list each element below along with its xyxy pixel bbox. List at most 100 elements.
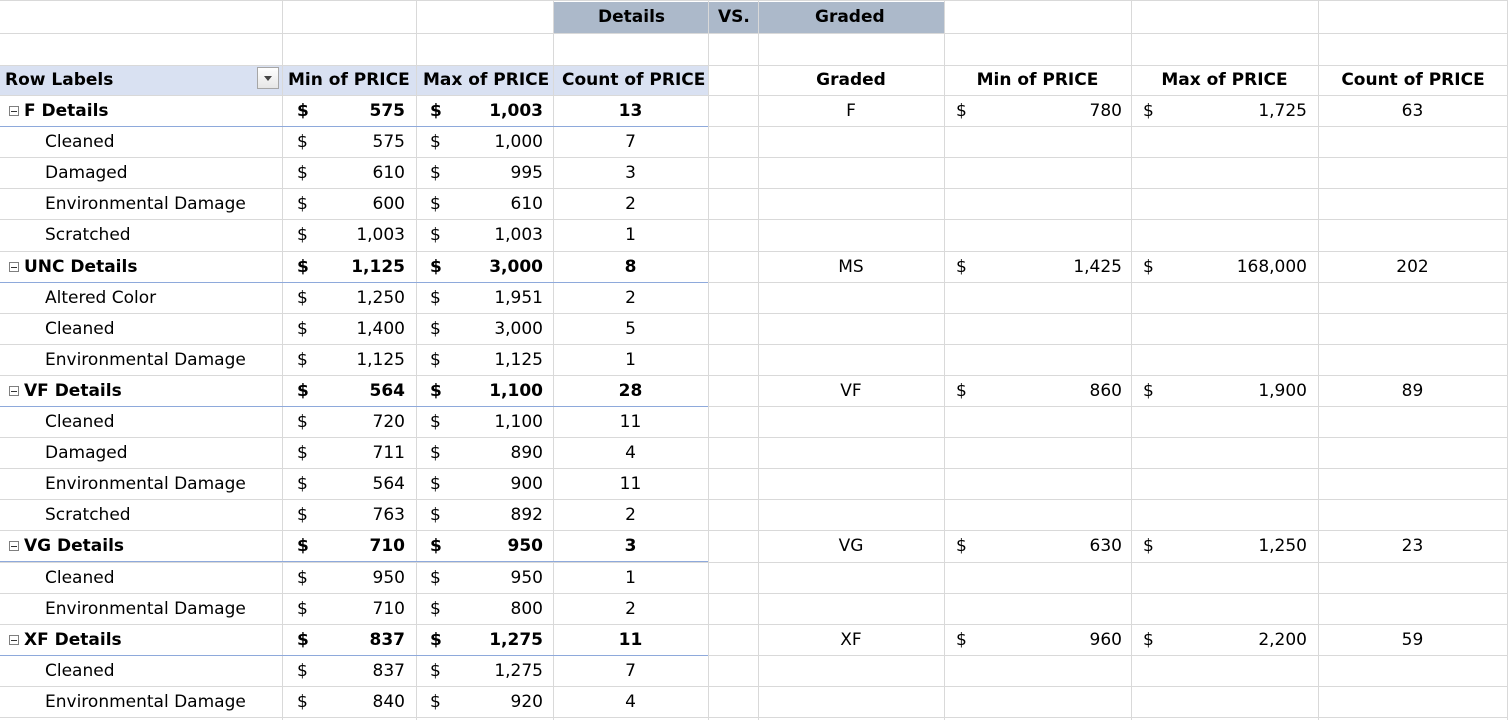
max-price-value: 1,100 [489,381,543,401]
max-price-value: 1,275 [489,630,543,650]
min-price-value: 840 [372,692,405,712]
graded-col-min: Min of PRICE [976,70,1099,90]
collapse-group-icon[interactable] [9,262,19,272]
max-price-value: 1,003 [494,225,543,245]
count-price-value: 8 [624,257,637,277]
min-price-value: 564 [369,381,406,401]
pivot-item-label: Damaged [45,163,128,183]
min-price-value: 564 [372,474,405,494]
count-price-value: 11 [619,474,642,494]
pivot-item-label: Environmental Damage [45,692,246,712]
min-price-value: 575 [372,132,405,152]
row-labels-filter-button[interactable] [257,67,279,89]
count-price-value: 11 [619,412,642,432]
max-price-value: 900 [510,474,543,494]
min-price-value: 710 [372,599,405,619]
max-price-value: 1,275 [494,661,543,681]
graded-max-value: 1,900 [1258,381,1307,401]
pivot-item-label: Cleaned [45,568,115,588]
pivot-item-label: Scratched [45,505,131,525]
row-gridline [0,0,1508,1]
pivot-item-label: Environmental Damage [45,474,246,494]
min-price-value: 837 [369,630,406,650]
count-price-value: 2 [625,599,636,619]
min-price-value: 575 [369,101,406,121]
count-price-value: 1 [625,225,636,245]
max-price-value: 1,125 [494,350,543,370]
details-header: Details [598,7,666,27]
graded-count-value: 59 [1401,630,1424,650]
collapse-group-icon[interactable] [9,386,19,396]
max-price-value: 3,000 [494,319,543,339]
count-price-value: 1 [625,350,636,370]
column-gridline [282,0,283,720]
count-price-value: 2 [625,194,636,214]
max-price-value: 1,951 [494,288,543,308]
min-price-value: 600 [372,194,405,214]
max-price-value: 950 [507,536,544,556]
graded-count-value: 89 [1401,381,1424,401]
count-price-value: 4 [625,443,636,463]
graded-grade: VF [840,381,862,401]
max-price-value: 800 [510,599,543,619]
max-price-value: 995 [510,163,543,183]
min-price-value: 837 [372,661,405,681]
graded-min-value: 780 [1089,101,1122,121]
pivot-col-min: Min of PRICE [288,70,410,90]
min-price-value: 950 [372,568,405,588]
min-price-value: 1,125 [351,257,405,277]
collapse-group-icon[interactable] [9,541,19,551]
count-price-value: 28 [618,381,643,401]
column-gridline [416,0,417,720]
pivot-item-label: Cleaned [45,412,115,432]
max-price-value: 890 [510,443,543,463]
graded-count-value: 202 [1396,257,1429,277]
min-price-value: 710 [369,536,406,556]
collapse-group-icon[interactable] [9,106,19,116]
count-price-value: 1 [625,568,636,588]
count-price-value: 7 [625,661,636,681]
count-price-value: 3 [624,536,637,556]
graded-header: Graded [815,7,885,27]
graded-min-value: 860 [1089,381,1122,401]
max-price-value: 892 [510,505,543,525]
row-gridline [0,33,1508,34]
max-price-value: 950 [510,568,543,588]
collapse-group-icon[interactable] [9,635,19,645]
pivot-col-max: Max of PRICE [423,70,550,90]
column-gridline [944,0,945,720]
graded-min-value: 1,425 [1073,257,1122,277]
row-gridline [0,562,1508,563]
max-price-value: 920 [510,692,543,712]
pivot-item-label: Environmental Damage [45,194,246,214]
max-price-value: 610 [510,194,543,214]
graded-count-value: 23 [1401,536,1424,556]
count-price-value: 4 [625,692,636,712]
min-price-value: 1,003 [356,225,405,245]
count-price-value: 2 [625,505,636,525]
spreadsheet-grid[interactable]: Details VS. Graded Row Labels Min of PRI… [0,0,1508,720]
graded-min-value: 630 [1089,536,1122,556]
dropdown-arrow-icon [264,76,272,81]
pivot-col-count: Count of PRICE [562,70,706,90]
pivot-item-label: Environmental Damage [45,350,246,370]
graded-col-count: Count of PRICE [1341,70,1485,90]
pivot-group-label: F Details [24,101,109,121]
min-price-value: 763 [372,505,405,525]
column-gridline [708,0,709,720]
count-price-value: 2 [625,288,636,308]
row-gridline [0,313,1508,314]
graded-grade: MS [838,257,864,277]
max-price-value: 3,000 [489,257,543,277]
pivot-item-label: Cleaned [45,661,115,681]
count-price-value: 3 [625,163,636,183]
graded-min-value: 960 [1089,630,1122,650]
graded-max-value: 168,000 [1236,257,1307,277]
graded-max-value: 2,200 [1258,630,1307,650]
count-price-value: 11 [618,630,643,650]
pivot-item-label: Cleaned [45,319,115,339]
column-gridline [1131,0,1132,720]
max-price-value: 1,100 [494,412,543,432]
min-price-value: 610 [372,163,405,183]
row-gridline [0,65,1508,66]
